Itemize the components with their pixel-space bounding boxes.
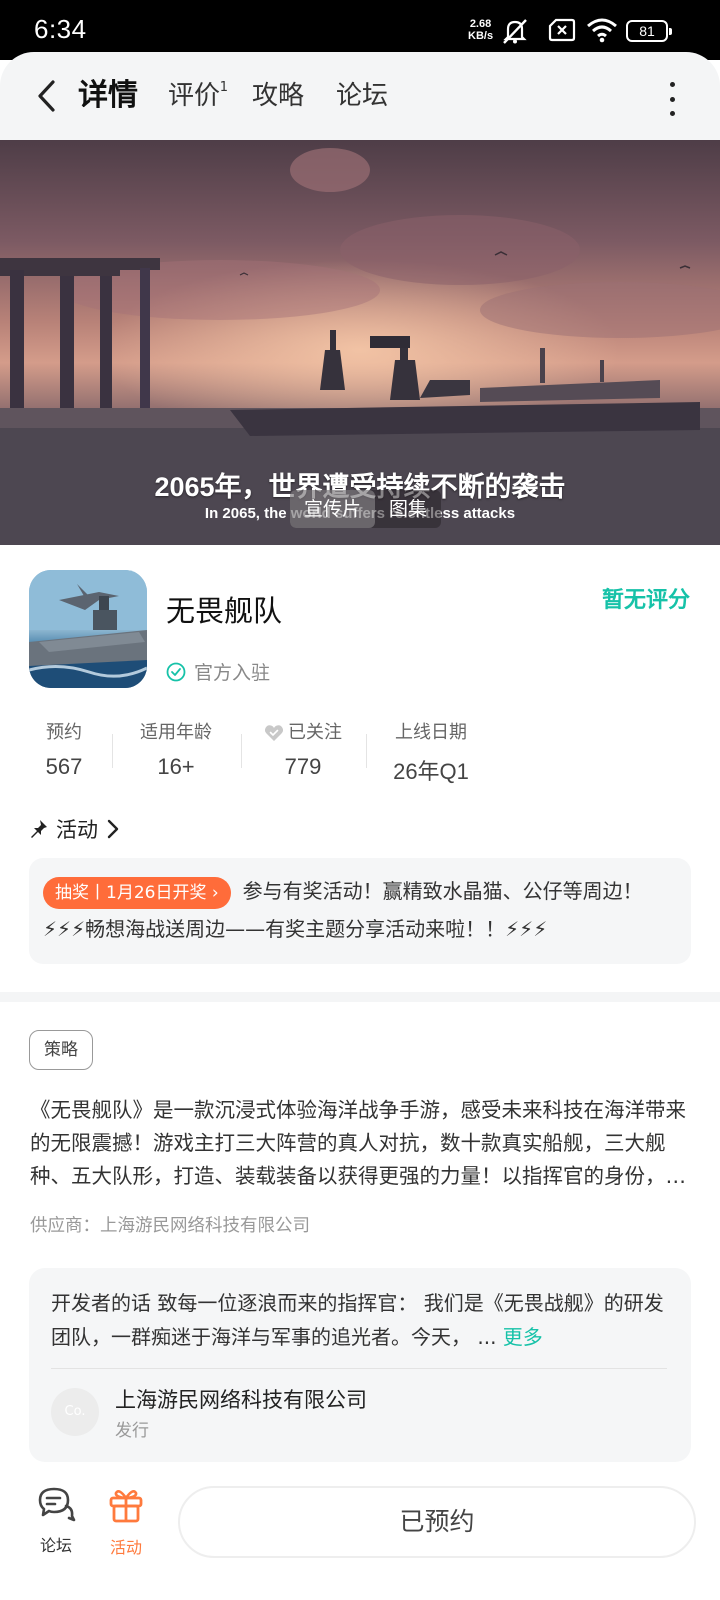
- developer-more-link[interactable]: 更多: [503, 1325, 543, 1349]
- forum-chat-icon: [38, 1487, 76, 1522]
- stat-label: 上线日期: [395, 722, 467, 743]
- stat-divider: [112, 734, 113, 768]
- lottery-badge: 抽奖丨1月26日开奖 ›: [43, 876, 231, 909]
- more-options-button[interactable]: [664, 82, 680, 116]
- developer-message-ellipsis: ...: [477, 1325, 497, 1349]
- genre-tag[interactable]: 策略: [29, 1030, 93, 1070]
- chevron-left-icon: [38, 80, 55, 112]
- game-icon: [29, 570, 147, 688]
- mute-icon: [503, 19, 527, 44]
- rating-status: 暂无评分: [601, 588, 690, 613]
- developer-message-text: 开发者的话 致每一位逐浪而来的指挥官： 我们是《无畏战舰》的研发团队，一群痴迷于…: [51, 1291, 664, 1349]
- promo-video[interactable]: 2065年，世界遭受持续不断的袭击 In 2065, the world suf…: [0, 140, 720, 545]
- forum-button[interactable]: 论坛: [26, 1486, 86, 1556]
- tab-guides[interactable]: 攻略: [252, 78, 304, 118]
- tab-label: 详情: [78, 78, 138, 113]
- gift-icon: [109, 1490, 143, 1523]
- activity-section-header[interactable]: 活动: [30, 814, 120, 844]
- publisher-role: 发行: [115, 1421, 149, 1441]
- stat-label: 预约: [46, 722, 82, 743]
- stat-label-with-icon: 已关注: [258, 720, 348, 746]
- game-description[interactable]: 《无畏舰队》是一款沉浸式体验海洋战争手游，感受未来科技在海洋带来的无限震撼！游戏…: [30, 1094, 692, 1193]
- top-nav: 详情 评价 1 攻略 论坛: [0, 52, 720, 140]
- net-speed-unit: KB/s: [468, 30, 494, 42]
- more-dot-icon: [669, 82, 675, 87]
- tab-label: 攻略: [252, 81, 305, 111]
- tab-label: 评价: [168, 81, 221, 111]
- sim-off-icon: [548, 18, 576, 42]
- status-bar: 6:34 2.68 KB/s 81: [0, 0, 720, 60]
- wifi-icon: [587, 18, 617, 43]
- stat-value: 779: [284, 754, 322, 779]
- tab-forum[interactable]: 论坛: [336, 78, 388, 118]
- media-tab-gallery[interactable]: 图集: [375, 490, 441, 528]
- tab-details[interactable]: 详情: [76, 78, 140, 118]
- stat-value: 16+: [157, 754, 195, 779]
- battery-indicator: 81: [626, 20, 672, 42]
- developer-message[interactable]: 开发者的话 致每一位逐浪而来的指挥官： 我们是《无畏战舰》的研发团队，一群痴迷于…: [51, 1286, 667, 1354]
- tab-label: 论坛: [336, 81, 389, 111]
- game-title: 无畏舰队: [166, 594, 283, 628]
- chevron-right-icon: [107, 819, 119, 839]
- stat-value: 567: [45, 754, 83, 779]
- stat-age-rating: 适用年龄 16+: [136, 720, 216, 780]
- pin-icon: [31, 820, 47, 838]
- stat-label: 已关注: [288, 722, 342, 743]
- stat-divider: [241, 734, 242, 768]
- activity-button[interactable]: 活动: [96, 1486, 156, 1558]
- stats-row: 预约 567 适用年龄 16+ 已关注 779 上线日期 26年Q1: [30, 720, 500, 784]
- activity-card[interactable]: 抽奖丨1月26日开奖 › 参与有奖活动！赢精致水晶猫、公仔等周边！ ⚡⚡⚡畅想海战…: [29, 858, 691, 964]
- media-type-toggle: 宣传片 图集: [290, 490, 442, 528]
- more-dot-icon: [669, 96, 675, 102]
- stat-release-date: 上线日期 26年Q1: [386, 720, 476, 786]
- stat-followers[interactable]: 已关注 779: [258, 720, 348, 780]
- back-button[interactable]: [26, 72, 66, 120]
- stat-value: 26年Q1: [393, 759, 469, 784]
- stat-label: 适用年龄: [140, 722, 212, 743]
- forum-label: 论坛: [39, 1536, 72, 1555]
- more-dot-icon: [669, 111, 675, 116]
- supplier-info: 供应商：上海游民网络科技有限公司: [30, 1216, 310, 1236]
- tab-reviews[interactable]: 评价 1: [168, 78, 228, 118]
- official-label: 官方入驻: [194, 662, 271, 684]
- publisher-name[interactable]: 上海游民网络科技有限公司: [115, 1384, 367, 1414]
- game-icon-art: [29, 570, 147, 688]
- net-speed-value: 2.68: [469, 18, 492, 30]
- official-badge: 官方入驻: [166, 658, 270, 685]
- section-divider: [0, 992, 720, 1002]
- review-count-badge: 1: [219, 80, 229, 95]
- stat-divider: [366, 734, 367, 768]
- stat-reservations: 预约 567: [30, 720, 98, 780]
- activity-section-title: 活动: [56, 818, 98, 842]
- bottom-action-bar: 论坛 活动 已预约: [0, 1476, 720, 1600]
- publisher-avatar[interactable]: Co.: [51, 1388, 99, 1436]
- verified-check-icon: [166, 662, 186, 681]
- developer-card: 开发者的话 致每一位逐浪而来的指挥官： 我们是《无畏战舰》的研发团队，一群痴迷于…: [29, 1268, 691, 1462]
- reserved-button[interactable]: 已预约: [178, 1486, 696, 1558]
- net-speed: 2.68 KB/s: [468, 18, 493, 42]
- status-time: 6:34: [34, 14, 87, 44]
- media-tab-trailer[interactable]: 宣传片: [290, 490, 376, 528]
- activity-label: 活动: [109, 1538, 142, 1557]
- divider: [51, 1368, 667, 1369]
- heart-icon: [264, 725, 284, 741]
